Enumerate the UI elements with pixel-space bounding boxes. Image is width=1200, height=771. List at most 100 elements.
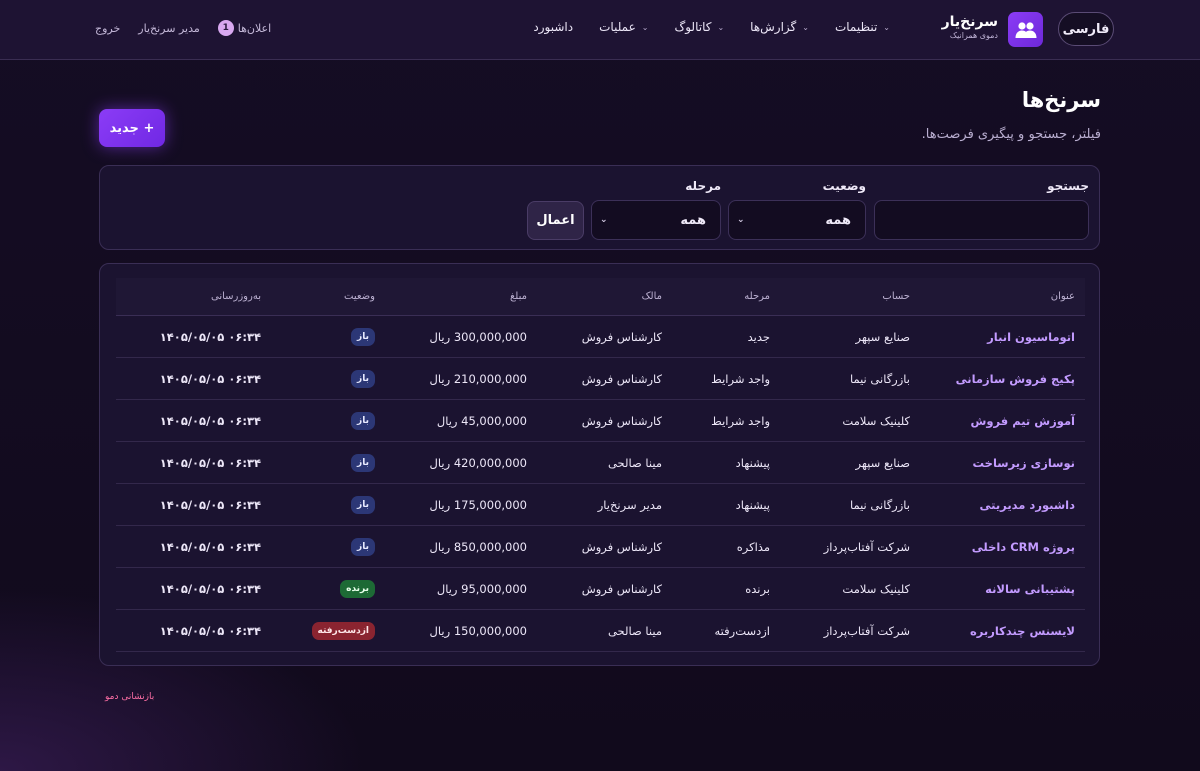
updated-timestamp: ۱۴۰۵/۰۵/۰۵ ۰۶:۳۴ [159, 623, 261, 638]
table-row[interactable]: آموزش تیم فروش کلینیک سلامت واجد شرایط کارش… [116, 400, 1085, 442]
logout-link[interactable]: خروج [95, 22, 120, 35]
cell-title[interactable]: پکیج فروش سازمانی [956, 358, 1075, 399]
lead-title-link[interactable]: نوسازی زیرساخت [972, 456, 1075, 470]
amount-value: 95,000,000 ریال [436, 581, 527, 596]
cell-updated: ۱۴۰۵/۰۵/۰۵ ۰۶:۳۴ [160, 400, 261, 441]
notifications-label: اعلان‌ها [237, 21, 272, 35]
cell-owner: کارشناس فروش [582, 568, 662, 609]
status-badge: باز [351, 537, 375, 556]
cell-account: صنایع سپهر [856, 442, 910, 483]
lead-title-link[interactable]: اتوماسیون انبار [987, 330, 1075, 344]
stage-value: پیشنهاد [735, 497, 770, 512]
cell-title[interactable]: آموزش تیم فروش [971, 400, 1076, 441]
cell-stage: واجد شرایط [711, 358, 770, 399]
nav-item-1[interactable]: عملیات ⌄ [599, 20, 648, 34]
user-menu[interactable]: مدیر سرنخ‌یار [138, 22, 199, 35]
cell-owner: کارشناس فروش [582, 358, 662, 399]
page-subtitle: فیلتر، جستجو و پیگیری فرصت‌ها. [921, 127, 1101, 142]
stage-value: پیشنهاد [735, 455, 770, 470]
table-row[interactable]: پشتیبانی سالانه کلینیک سلامت برنده کارشناس … [116, 568, 1085, 610]
cell-owner: مدیر سرنخ‌یار [598, 484, 662, 525]
amount-value: 210,000,000 ریال [429, 371, 527, 386]
status-badge: باز [351, 495, 375, 514]
lead-title-link[interactable]: داشبورد مدیریتی [980, 498, 1075, 512]
cell-title[interactable]: لایسنس چندکاربره [970, 610, 1075, 651]
nav-item-label: داشبورد [533, 20, 574, 34]
reset-demo-link[interactable]: بازنشانی دمو [105, 692, 154, 702]
apply-filters-button[interactable]: اعمال [527, 201, 584, 240]
nav-item-0[interactable]: داشبورد [533, 20, 573, 34]
new-lead-button[interactable]: + جدید [99, 109, 165, 147]
cell-title[interactable]: نوسازی زیرساخت [972, 442, 1075, 483]
cell-title[interactable]: پروژه CRM داخلی [972, 526, 1075, 567]
stage-value: برنده [745, 581, 770, 596]
lead-title-link[interactable]: پشتیبانی سالانه [985, 582, 1075, 596]
stage-select[interactable]: همه ⌄ [591, 200, 721, 240]
status-badge: باز [351, 411, 375, 430]
nav-item-4[interactable]: تنظیمات ⌄ [835, 20, 890, 34]
search-input[interactable] [874, 200, 1089, 240]
cell-account: شرکت آفتاب‌پرداز [824, 610, 910, 651]
cell-amount: 150,000,000 ریال [430, 610, 527, 651]
amount-value: 300,000,000 ریال [429, 329, 527, 344]
stage-value: ازدست‌رفته [714, 623, 770, 638]
nav-item-3[interactable]: گزارش‌ها ⌄ [750, 20, 809, 34]
cell-updated: ۱۴۰۵/۰۵/۰۵ ۰۶:۳۴ [160, 316, 261, 357]
owner-value: کارشناس فروش [581, 581, 662, 596]
language-switch-button[interactable]: فارسی [1058, 12, 1114, 46]
col-header-status[interactable]: وضعیت [344, 278, 375, 315]
table-row[interactable]: اتوماسیون انبار صنایع سپهر جدید کارشناس فرو… [116, 316, 1085, 358]
table-row[interactable]: داشبورد مدیریتی بازرگانی نیما پیشنهاد مدیر … [116, 484, 1085, 526]
lead-title-link[interactable]: پکیج فروش سازمانی [956, 372, 1075, 386]
cell-amount: 420,000,000 ریال [430, 442, 527, 483]
cell-title[interactable]: پشتیبانی سالانه [985, 568, 1075, 609]
stage-select-value: همه [680, 212, 706, 228]
status-select[interactable]: همه ⌄ [728, 200, 866, 240]
account-value: بازرگانی نیما [849, 497, 910, 512]
nav-item-label: کاتالوگ [674, 20, 712, 34]
owner-value: مینا صالحی [607, 623, 662, 638]
notifications-link[interactable]: 1 اعلان‌ها [217, 20, 272, 36]
amount-value: 45,000,000 ریال [436, 413, 527, 428]
lead-title-link[interactable]: پروژه CRM داخلی [972, 540, 1075, 554]
cell-owner: کارشناس فروش [582, 316, 662, 357]
top-navbar: فارسی سرنخ‌یار دموی همرانیک داشبورد عملیا… [0, 0, 1200, 60]
col-header-account[interactable]: حساب [882, 278, 910, 315]
page-title: سرنخ‌ها [1021, 88, 1101, 112]
nav-item-label: تنظیمات [834, 20, 878, 34]
cell-status: باز [351, 442, 375, 483]
table-row[interactable]: نوسازی زیرساخت صنایع سپهر پیشنهاد مینا صالح… [116, 442, 1085, 484]
updated-timestamp: ۱۴۰۵/۰۵/۰۵ ۰۶:۳۴ [159, 371, 261, 386]
cell-stage: برنده [745, 568, 770, 609]
filter-panel: جستجو وضعیت همه ⌄ مرحله همه ⌄ اعمال [99, 165, 1100, 250]
cell-account: بازرگانی نیما [850, 358, 910, 399]
updated-timestamp: ۱۴۰۵/۰۵/۰۵ ۰۶:۳۴ [159, 581, 261, 596]
amount-value: 150,000,000 ریال [429, 623, 527, 638]
col-header-owner[interactable]: مالک [642, 278, 662, 315]
cell-account: کلینیک سلامت [842, 568, 910, 609]
account-value: صنایع سپهر [855, 455, 910, 470]
brand-logo[interactable] [1008, 12, 1043, 47]
cell-updated: ۱۴۰۵/۰۵/۰۵ ۰۶:۳۴ [160, 568, 261, 609]
cell-title[interactable]: داشبورد مدیریتی [980, 484, 1075, 525]
cell-account: کلینیک سلامت [842, 400, 910, 441]
chevron-down-icon: ⌄ [717, 22, 725, 32]
lead-title-link[interactable]: لایسنس چندکاربره [970, 624, 1075, 638]
col-header-stage[interactable]: مرحله [744, 278, 770, 315]
cell-owner: کارشناس فروش [582, 400, 662, 441]
table-row[interactable]: پروژه CRM داخلی شرکت آفتاب‌پرداز مذاکره کار… [116, 526, 1085, 568]
col-header-amount[interactable]: مبلغ [510, 278, 527, 315]
cell-owner: کارشناس فروش [582, 526, 662, 567]
col-header-title[interactable]: عنوان [1051, 278, 1075, 315]
table-row[interactable]: پکیج فروش سازمانی بازرگانی نیما واجد شرایط… [116, 358, 1085, 400]
col-header-updated[interactable]: به‌روزرسانی [211, 278, 261, 315]
brand-subtitle: دموی همرانیک [949, 31, 998, 40]
table-header: عنوان حساب مرحله مالک مبلغ وضعیت به‌روزر… [116, 278, 1085, 316]
cell-title[interactable]: اتوماسیون انبار [987, 316, 1075, 357]
owner-value: کارشناس فروش [581, 413, 662, 428]
table-row[interactable]: لایسنس چندکاربره شرکت آفتاب‌پرداز ازدست‌رف… [116, 610, 1085, 652]
status-badge: باز [351, 327, 375, 346]
lead-title-link[interactable]: آموزش تیم فروش [971, 414, 1076, 428]
updated-timestamp: ۱۴۰۵/۰۵/۰۵ ۰۶:۳۴ [159, 329, 261, 344]
nav-item-2[interactable]: کاتالوگ ⌄ [674, 20, 724, 34]
